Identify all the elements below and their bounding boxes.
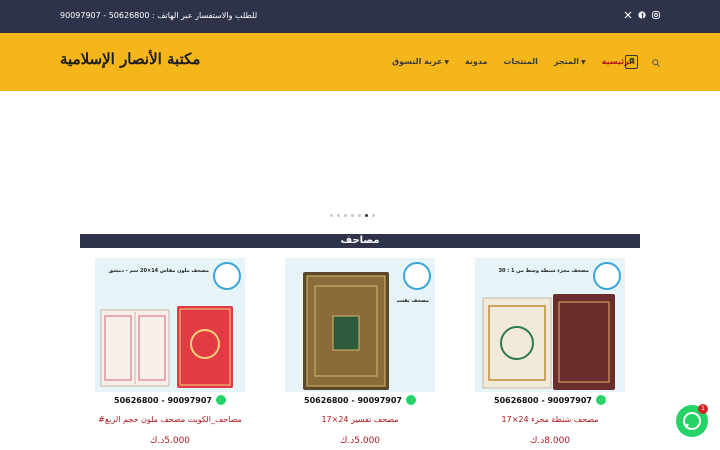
nav-item-cart[interactable]: عربة التسوق ▼ — [392, 57, 449, 66]
mushaf-illustration — [303, 272, 389, 390]
cart-icon[interactable]: 0 — [625, 55, 638, 69]
instagram-icon[interactable] — [652, 11, 660, 19]
mushaf-illustration — [100, 306, 233, 388]
chevron-down-icon: ▼ — [444, 59, 450, 66]
search-icon[interactable] — [652, 59, 660, 67]
image-footer: 50626800 - 90097907 — [95, 392, 245, 408]
hero-slider — [0, 91, 720, 231]
cart-count: 0 — [629, 57, 634, 65]
x-icon[interactable] — [624, 11, 632, 19]
nav-item-products[interactable]: المنتجات — [503, 57, 537, 66]
image-footer: 50626800 - 90097907 — [285, 392, 435, 408]
whatsapp-icon — [405, 395, 416, 405]
slider-dot[interactable] — [351, 214, 354, 217]
chat-notification-badge: 1 — [698, 404, 708, 414]
slider-dot[interactable] — [358, 214, 361, 217]
slider-dot[interactable] — [330, 214, 333, 217]
slider-dots — [330, 214, 375, 217]
section-title: مصاحف — [80, 234, 640, 248]
product-name[interactable]: مصاحف_الكويت مصحف ملون حجم الربع# — [95, 415, 245, 424]
nav-item-blog[interactable]: مدونة — [465, 57, 487, 66]
product-image[interactable]: مصحف مجزء شنطة وسط من 1 : 30 50626800 - … — [475, 258, 625, 408]
whatsapp-icon — [595, 395, 606, 405]
whatsapp-icon — [215, 395, 226, 405]
product-name[interactable]: مصحف شنطة مجزء 24×17 — [475, 415, 625, 424]
chevron-down-icon: ▼ — [581, 59, 586, 66]
product-price: 5.000د.ك — [149, 436, 191, 446]
nav-label: عربة التسوق — [392, 57, 443, 66]
product-price: 8.000د.ك — [529, 436, 571, 446]
main-nav: الرئيسية المتجر ▼ المنتجات مدونة عربة الت… — [392, 57, 635, 66]
product-card[interactable]: مصحف ملون مقاس 14×20 سم - دمشق 50626800 … — [95, 258, 245, 446]
product-card[interactable]: مصحف تقسيم كلمات القرآن للشيخ 50626800 -… — [285, 258, 435, 446]
product-image[interactable]: مصحف تقسيم كلمات القرآن للشيخ 50626800 -… — [285, 258, 435, 408]
nav-label: مدونة — [465, 57, 488, 66]
product-price: 5.000د.ك — [339, 436, 381, 446]
site-logo[interactable]: مكتبة الأنصار الإسلامية — [60, 50, 200, 68]
product-card[interactable]: مصحف مجزء شنطة وسط من 1 : 30 50626800 - … — [475, 258, 625, 446]
slider-dot[interactable] — [337, 214, 340, 217]
slider-dot-active[interactable] — [365, 214, 368, 217]
social-links — [624, 11, 660, 19]
image-footer: 50626800 - 90097907 — [475, 392, 625, 408]
slider-dot[interactable] — [344, 214, 347, 217]
product-name[interactable]: مصحف تفسير 24×17 — [285, 415, 435, 424]
nav-label: المتجر — [553, 57, 580, 66]
image-phones: 50626800 - 90097907 — [304, 395, 402, 405]
contact-phone-text: للطلب والاستفسار عبر الهاتف : 50626800 -… — [60, 11, 258, 20]
top-bar: للطلب والاستفسار عبر الهاتف : 50626800 -… — [0, 0, 720, 33]
nav-label: المنتجات — [503, 57, 538, 66]
nav-item-store[interactable]: المتجر ▼ — [554, 57, 586, 66]
slider-dot[interactable] — [372, 214, 375, 217]
facebook-icon[interactable] — [638, 11, 646, 19]
mushaf-illustration — [482, 294, 615, 390]
site-header: مكتبة الأنصار الإسلامية الرئيسية المتجر ▼… — [0, 33, 720, 91]
product-image[interactable]: مصحف ملون مقاس 14×20 سم - دمشق 50626800 … — [95, 258, 245, 408]
image-phones: 50626800 - 90097907 — [494, 395, 592, 405]
image-phones: 50626800 - 90097907 — [114, 395, 212, 405]
